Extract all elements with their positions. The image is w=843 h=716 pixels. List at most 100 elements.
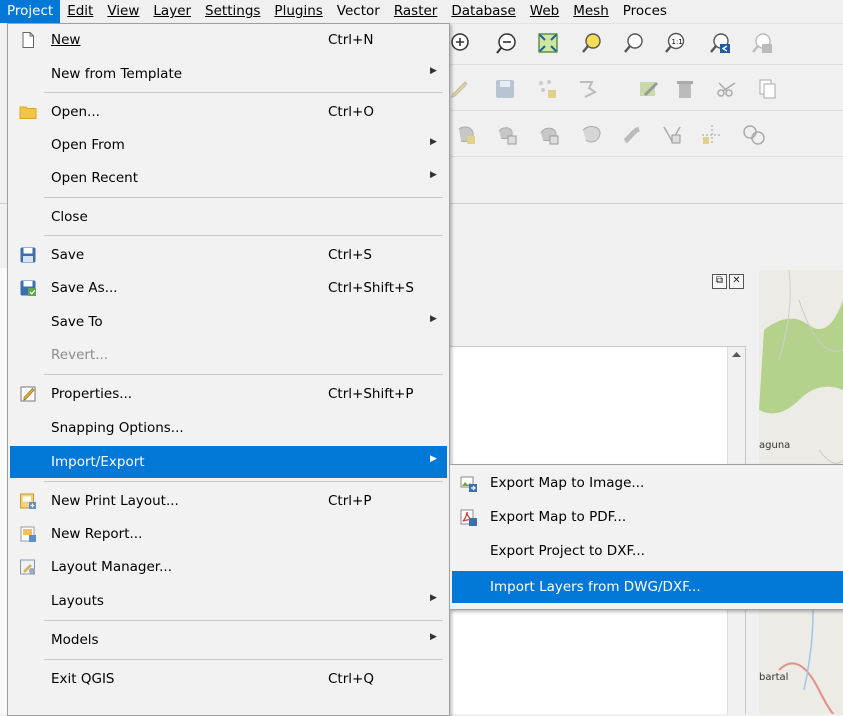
menu-item-label: Models xyxy=(51,632,99,648)
zoom-native-resolution-icon[interactable]: 1:1 xyxy=(663,31,687,55)
submenu-arrow-icon: ▶ xyxy=(430,314,437,324)
menu-raster[interactable]: Raster xyxy=(387,0,445,23)
menu-item-new-print-layout[interactable]: New Print Layout... Ctrl+P xyxy=(10,485,447,517)
menu-view[interactable]: View xyxy=(100,0,146,23)
menu-item-label: Properties... xyxy=(51,386,133,402)
shortcut-label: Ctrl+Shift+P xyxy=(328,386,414,402)
fill-ring-icon[interactable] xyxy=(538,123,562,147)
menu-item-label: Snapping Options... xyxy=(51,420,184,436)
layout-manager-icon xyxy=(20,559,35,575)
toggle-editing-icon[interactable] xyxy=(448,77,472,101)
map-place-label: bartal xyxy=(759,672,789,683)
offset-curve-icon[interactable] xyxy=(620,123,644,147)
menu-vector[interactable]: Vector xyxy=(330,0,387,23)
submenu-item-export-project-to-dxf[interactable]: Export Project to DXF... xyxy=(452,535,843,567)
menu-mesh[interactable]: Mesh xyxy=(566,0,616,23)
menu-item-layouts[interactable]: Layouts ▶ xyxy=(10,585,447,617)
menu-bar: Project Edit View Layer Settings Plugins… xyxy=(0,0,843,24)
menu-item-close[interactable]: Close xyxy=(10,201,447,233)
menu-item-label: Open Recent xyxy=(51,170,139,186)
copy-features-icon[interactable] xyxy=(755,77,779,101)
zoom-next-icon[interactable] xyxy=(750,31,774,55)
zoom-to-layer-icon[interactable] xyxy=(622,31,646,55)
menu-layer[interactable]: Layer xyxy=(146,0,198,23)
zoom-in-icon[interactable] xyxy=(448,31,472,55)
shortcut-label: Ctrl+N xyxy=(328,32,374,48)
add-ring-icon[interactable] xyxy=(455,123,479,147)
properties-icon xyxy=(20,386,36,402)
vertex-tool-icon[interactable] xyxy=(577,77,601,101)
menu-item-properties[interactable]: Properties... Ctrl+Shift+P xyxy=(10,378,447,410)
menu-item-label: Save As... xyxy=(51,280,118,296)
menu-item-open-recent[interactable]: Open Recent ▶ xyxy=(10,162,447,194)
zoom-last-icon[interactable] xyxy=(708,31,732,55)
menu-separator xyxy=(44,481,443,482)
menu-item-new[interactable]: New Ctrl+N xyxy=(10,24,447,56)
save-icon xyxy=(20,247,36,263)
menu-item-label: Exit QGIS xyxy=(51,671,115,687)
menu-item-label: Layout Manager... xyxy=(51,559,172,575)
submenu-item-label: Export Map to PDF... xyxy=(490,509,627,525)
delete-selected-icon[interactable] xyxy=(673,77,697,101)
menu-item-save-to[interactable]: Save To ▶ xyxy=(10,306,447,338)
menu-item-import-export[interactable]: Import/Export ▶ xyxy=(10,446,447,478)
export-pdf-icon xyxy=(460,509,477,526)
save-edits-icon[interactable] xyxy=(493,77,517,101)
menu-processing[interactable]: Proces xyxy=(616,0,674,23)
menu-settings[interactable]: Settings xyxy=(198,0,267,23)
menu-separator xyxy=(44,620,443,621)
dock-title-buttons: ⧉ ✕ xyxy=(712,274,744,289)
menu-plugins[interactable]: Plugins xyxy=(267,0,329,23)
scroll-up-icon[interactable] xyxy=(728,347,745,361)
menu-database[interactable]: Database xyxy=(444,0,522,23)
shortcut-label: Ctrl+O xyxy=(328,104,374,120)
split-features-icon[interactable] xyxy=(660,123,684,147)
menu-item-new-report[interactable]: New Report... xyxy=(10,518,447,550)
menu-separator xyxy=(44,92,443,93)
modify-attributes-icon[interactable] xyxy=(637,77,661,101)
menu-item-layout-manager[interactable]: Layout Manager... xyxy=(10,551,447,583)
menu-item-save[interactable]: Save Ctrl+S xyxy=(10,239,447,271)
folder-icon xyxy=(19,106,37,119)
add-part-icon[interactable] xyxy=(496,123,520,147)
submenu-arrow-icon: ▶ xyxy=(430,170,437,180)
split-parts-icon[interactable] xyxy=(700,123,724,147)
menu-item-open-from[interactable]: Open From ▶ xyxy=(10,129,447,161)
zoom-to-selection-icon[interactable] xyxy=(580,31,604,55)
float-panel-icon[interactable]: ⧉ xyxy=(712,274,727,289)
submenu-arrow-icon: ▶ xyxy=(430,632,437,642)
submenu-item-label: Export Map to Image... xyxy=(490,475,645,491)
menu-layer-label: Layer xyxy=(153,3,192,19)
zoom-out-icon[interactable] xyxy=(495,31,519,55)
menu-settings-label: Settings xyxy=(205,3,261,19)
submenu-item-export-map-to-image[interactable]: Export Map to Image... xyxy=(452,467,843,499)
menu-item-open[interactable]: Open... Ctrl+O xyxy=(10,96,447,128)
menu-item-label: Revert... xyxy=(51,347,109,363)
submenu-item-export-map-to-pdf[interactable]: Export Map to PDF... xyxy=(452,501,843,533)
menu-item-models[interactable]: Models ▶ xyxy=(10,624,447,656)
menu-item-save-as[interactable]: Save As... Ctrl+Shift+S xyxy=(10,272,447,304)
submenu-item-import-layers-from-dwg-dxf[interactable]: Import Layers from DWG/DXF... xyxy=(452,571,843,603)
toolbar-separator xyxy=(448,156,843,157)
menu-web[interactable]: Web xyxy=(523,0,566,23)
menu-item-new-from-template[interactable]: New from Template ▶ xyxy=(10,58,447,90)
menu-item-label: Save To xyxy=(51,314,103,330)
shortcut-label: Ctrl+P xyxy=(328,493,372,509)
menu-raster-label: Raster xyxy=(393,3,438,19)
zoom-full-icon[interactable] xyxy=(536,31,560,55)
menu-item-label: Open From xyxy=(51,137,125,153)
merge-features-icon[interactable] xyxy=(742,123,766,147)
menu-item-label: Layouts xyxy=(51,593,104,609)
menu-item-snapping-options[interactable]: Snapping Options... xyxy=(10,412,447,444)
menu-item-label-text: New xyxy=(51,32,81,48)
reshape-features-icon[interactable] xyxy=(580,123,604,147)
add-point-feature-icon[interactable] xyxy=(535,77,559,101)
cut-features-icon[interactable] xyxy=(715,77,739,101)
close-panel-icon[interactable]: ✕ xyxy=(729,274,744,289)
menu-edit-label: Edit xyxy=(67,3,94,19)
menu-project[interactable]: Project xyxy=(0,0,61,23)
menu-edit[interactable]: Edit xyxy=(60,0,100,23)
menu-item-exit-qgis[interactable]: Exit QGIS Ctrl+Q xyxy=(10,663,447,695)
submenu-item-label: Import Layers from DWG/DXF... xyxy=(490,579,701,595)
menu-mesh-label: Mesh xyxy=(573,3,609,19)
